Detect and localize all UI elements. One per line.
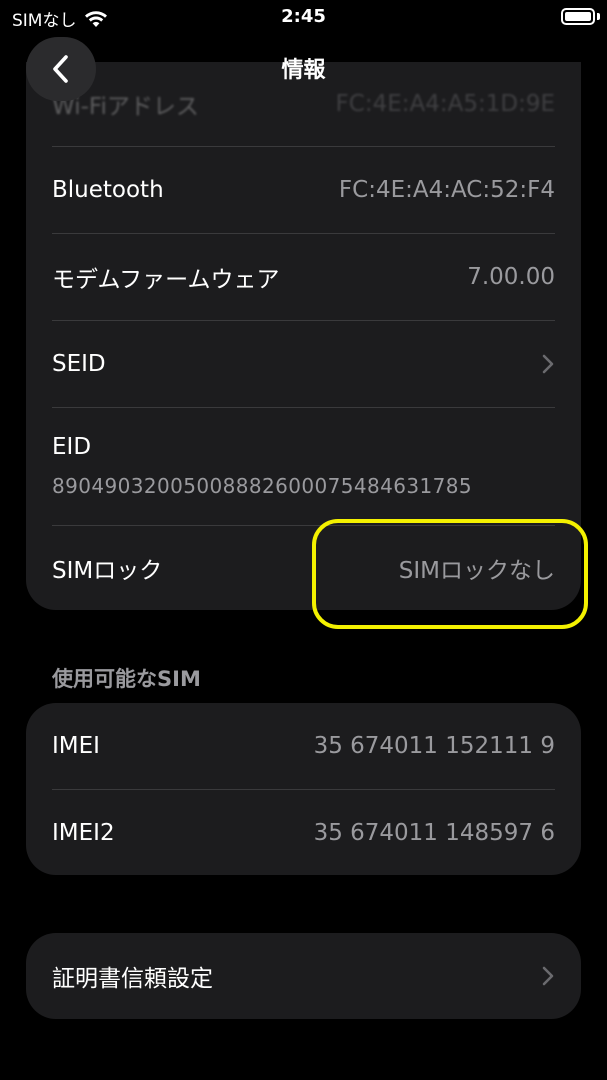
seid-row[interactable]: SEID — [26, 321, 581, 407]
wifi-address-row: Wi-Fiアドレス FC:4E:A4:A5:1D:9E — [26, 80, 581, 128]
eid-value: 89049032005008882600075484631785 — [52, 474, 472, 498]
sim-card: IMEI 35 674011 152111 9 IMEI2 35 674011 … — [26, 703, 581, 875]
imei2-value: 35 674011 148597 6 — [313, 819, 555, 846]
certificate-trust-row[interactable]: 証明書信頼設定 — [26, 933, 581, 1019]
section-header-available-sim: 使用可能なSIM — [52, 667, 201, 691]
imei-row: IMEI 35 674011 152111 9 — [26, 703, 581, 789]
battery-cap — [597, 13, 600, 20]
screen: SIMなし 2:45 情報 Wi-Fiアドレス FC:4E:A4:A5:1D:9… — [0, 0, 607, 1080]
divider — [52, 407, 555, 408]
chevron-right-icon — [542, 354, 554, 374]
imei-label: IMEI — [52, 733, 100, 759]
imei2-label: IMEI2 — [52, 819, 115, 846]
sim-lock-row: SIMロック SIMロックなし — [26, 526, 581, 610]
chevron-right-icon — [542, 966, 554, 986]
battery-full-icon — [561, 8, 595, 25]
bluetooth-label: Bluetooth — [52, 177, 164, 203]
modem-firmware-label: モデムファームウェア — [52, 267, 280, 293]
info-card: Wi-Fiアドレス FC:4E:A4:A5:1D:9E Bluetooth FC… — [26, 62, 581, 610]
wifi-address-value: FC:4E:A4:A5:1D:9E — [335, 91, 555, 117]
status-time: 2:45 — [281, 6, 326, 27]
page-title: 情報 — [281, 58, 326, 83]
imei2-row: IMEI2 35 674011 148597 6 — [26, 790, 581, 875]
modem-firmware-value: 7.00.00 — [467, 264, 555, 290]
certificate-trust-label: 証明書信頼設定 — [52, 966, 213, 992]
eid-row: EID — [26, 430, 581, 464]
modem-firmware-row: モデムファームウェア 7.00.00 — [26, 234, 581, 320]
seid-label: SEID — [52, 351, 106, 377]
bluetooth-value: FC:4E:A4:AC:52:F4 — [338, 177, 555, 203]
eid-label: EID — [52, 434, 92, 460]
status-bar: SIMなし 2:45 — [0, 0, 607, 34]
bluetooth-row: Bluetooth FC:4E:A4:AC:52:F4 — [26, 147, 581, 233]
sim-lock-value: SIMロックなし — [398, 558, 555, 584]
imei-value: 35 674011 152111 9 — [313, 733, 555, 759]
certificate-card: 証明書信頼設定 — [26, 933, 581, 1019]
sim-lock-label: SIMロック — [52, 558, 163, 584]
battery-fill — [565, 12, 591, 21]
